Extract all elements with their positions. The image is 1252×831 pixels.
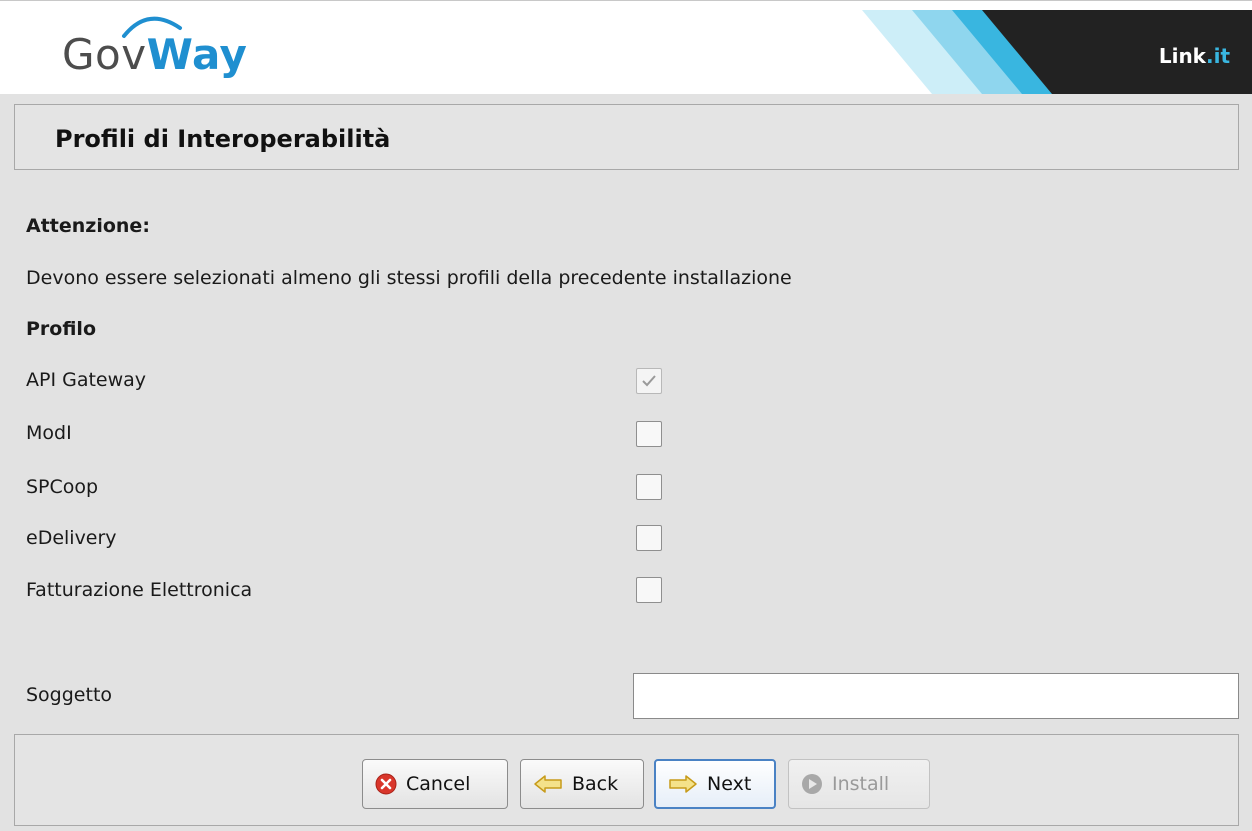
profile-checkbox-api-gateway[interactable]	[636, 368, 662, 394]
profile-checkbox-modi[interactable]	[636, 421, 662, 447]
profile-label-api-gateway: API Gateway	[26, 369, 147, 391]
header-banner: GovWay Link.it	[0, 10, 1252, 94]
back-button-label: Back	[572, 773, 619, 795]
arrow-right-icon	[669, 775, 697, 793]
profile-checkbox-fatturazione[interactable]	[636, 577, 662, 603]
profile-heading: Profilo	[26, 318, 96, 340]
cancel-button[interactable]: Cancel	[362, 759, 508, 809]
soggetto-label: Soggetto	[26, 684, 113, 706]
linkit-brand: Link.it	[1159, 44, 1230, 68]
install-icon	[802, 774, 822, 794]
next-button-label: Next	[707, 773, 752, 795]
cancel-button-label: Cancel	[406, 773, 471, 795]
back-button[interactable]: Back	[520, 759, 644, 809]
logo-text-way: Way	[146, 30, 248, 79]
logo-text-gov: Gov	[62, 30, 147, 79]
cancel-icon	[375, 773, 397, 795]
page-title: Profili di Interoperabilità	[55, 125, 391, 153]
profile-checkbox-edelivery[interactable]	[636, 525, 662, 551]
brand-text: Link	[1158, 44, 1206, 68]
profile-label-fatturazione: Fatturazione Elettronica	[26, 579, 253, 601]
govway-logo: GovWay	[62, 30, 247, 79]
install-button-label: Install	[832, 773, 890, 795]
arrow-left-icon	[534, 775, 562, 793]
page-title-panel: Profili di Interoperabilità	[14, 104, 1239, 170]
profile-label-edelivery: eDelivery	[26, 527, 117, 549]
profile-label-modi: ModI	[26, 422, 72, 444]
notice-message: Devono essere selezionati almeno gli ste…	[26, 267, 792, 289]
next-button[interactable]: Next	[654, 759, 776, 809]
notice-heading: Attenzione:	[26, 215, 150, 237]
install-button[interactable]: Install	[788, 759, 930, 809]
profile-label-spcoop: SPCoop	[26, 476, 99, 498]
brand-dot-text: .it	[1205, 44, 1230, 68]
soggetto-input[interactable]	[633, 673, 1239, 719]
checkmark-icon	[642, 375, 656, 387]
profile-checkbox-spcoop[interactable]	[636, 474, 662, 500]
